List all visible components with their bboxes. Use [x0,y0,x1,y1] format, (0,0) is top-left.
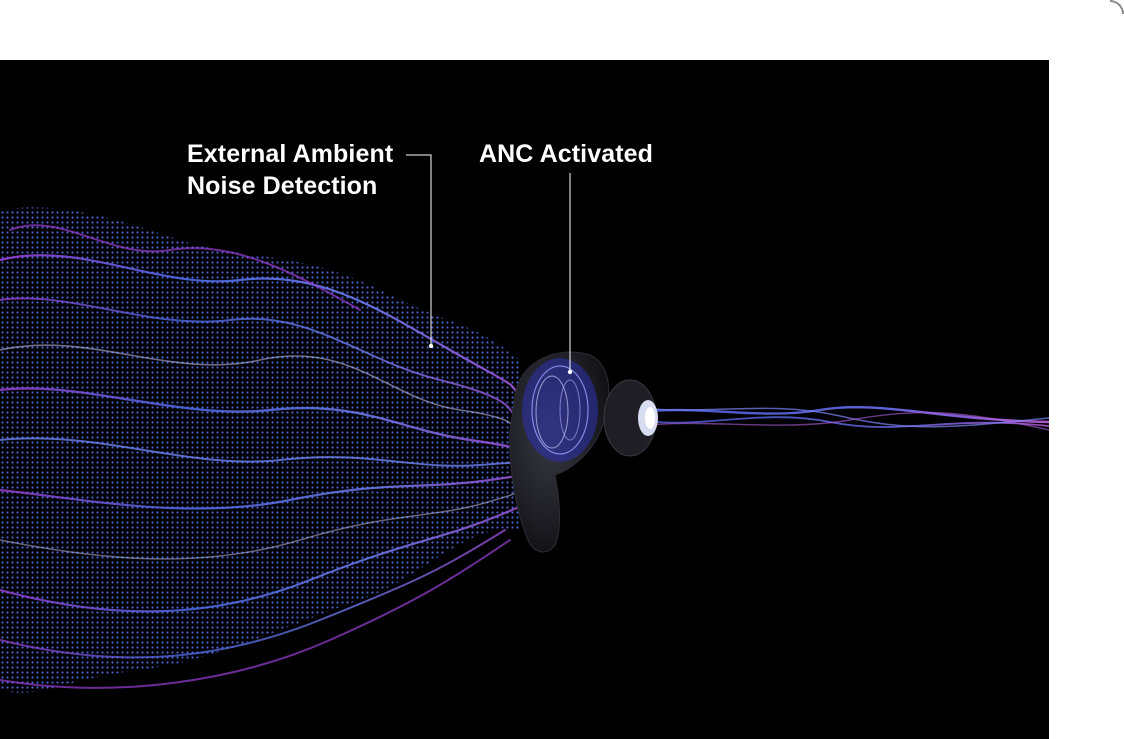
ambient-noise-wave [0,207,533,693]
cancelled-noise-wave [638,406,1049,431]
anc-activated-label: ANC Activated [479,140,654,168]
window-corner [1110,0,1124,14]
anc-earbud-icon [509,351,658,553]
external-noise-label: External Ambient Noise Detection [187,138,393,202]
external-noise-label-line1: External Ambient [187,140,394,168]
anc-hero-banner: External Ambient Noise Detection ANC Act… [0,60,1049,739]
external-noise-label-line2: Noise Detection [187,172,378,200]
